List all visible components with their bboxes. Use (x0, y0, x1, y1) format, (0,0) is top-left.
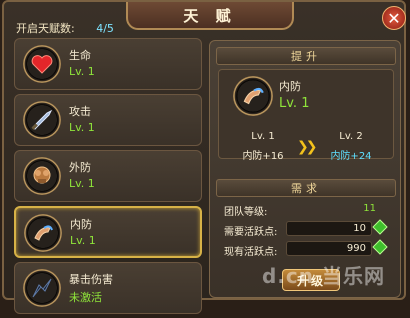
talent-item-crit-damage[interactable]: 暴击伤害 未激活 (14, 262, 202, 314)
site-watermark: d.cn 当乐网 (262, 264, 385, 288)
requirements-header: 需求 (216, 179, 396, 197)
green-gem-icon (372, 219, 388, 235)
arm-shield-icon (24, 214, 62, 252)
to-level: Lv. 2 (339, 131, 363, 142)
talent-item-attack[interactable]: 攻击 Lv. 1 (14, 94, 202, 146)
armor-icon (23, 157, 61, 195)
talent-name: 暴击伤害 (69, 273, 113, 286)
talent-item-life[interactable]: 生命 Lv. 1 (14, 38, 202, 90)
close-icon: ✕ (387, 8, 401, 28)
talent-window: 天 赋 ✕ 开启天赋数: 4/5 生命 Lv. 1 攻击 Lv. 1 外防 Lv… (2, 0, 406, 314)
close-button[interactable]: ✕ (382, 6, 406, 30)
talent-level: 未激活 (69, 291, 102, 304)
from-stat: 内防+16 (242, 151, 284, 162)
talent-name: 生命 (69, 49, 91, 62)
talent-name: 外防 (69, 161, 91, 174)
talent-item-outer-defense[interactable]: 外防 Lv. 1 (14, 150, 202, 202)
current-talent-name: 内防 (279, 80, 301, 93)
talent-list: 生命 Lv. 1 攻击 Lv. 1 外防 Lv. 1 内防 Lv. 1 暴击伤害… (14, 38, 202, 318)
green-gem-icon (372, 239, 388, 255)
heart-icon (23, 45, 61, 83)
team-level-label: 团队等级: (224, 207, 268, 218)
double-chevron-right-icon: ❯❯ (297, 139, 318, 155)
sword-icon (23, 101, 61, 139)
have-points-value: 990 (346, 243, 366, 254)
talent-level: Lv. 1 (69, 177, 95, 190)
talent-level: Lv. 1 (69, 65, 95, 78)
from-level: Lv. 1 (251, 131, 275, 142)
talent-count-value: 4/5 (96, 22, 114, 35)
talent-count: 开启天赋数: 4/5 (16, 20, 114, 36)
team-level-row: 团队等级: 11 (224, 201, 394, 219)
talent-level: Lv. 1 (70, 234, 96, 247)
talent-name: 内防 (70, 218, 92, 231)
to-level-block: Lv. 2 内防+24 (316, 131, 386, 162)
arm-shield-icon (233, 76, 273, 116)
current-talent-level: Lv. 1 (279, 96, 310, 111)
need-points-value: 10 (353, 223, 366, 234)
need-points-label: 需要活跃点: (224, 227, 278, 238)
crit-icon (23, 269, 61, 307)
have-points-label: 现有活跃点: (224, 247, 278, 258)
upgrade-header: 提升 (216, 47, 396, 65)
window-title: 天 赋 (126, 2, 294, 30)
to-stat: 内防+24 (330, 151, 372, 162)
talent-level: Lv. 1 (69, 121, 95, 134)
have-points-row: 现有活跃点: 990 (224, 239, 394, 259)
from-level-block: Lv. 1 内防+16 (228, 131, 298, 162)
talent-item-inner-defense[interactable]: 内防 Lv. 1 (14, 206, 202, 258)
talent-name: 攻击 (69, 105, 91, 118)
need-points-row: 需要活跃点: 10 (224, 219, 394, 239)
team-level-value: 11 (363, 203, 376, 214)
talent-count-label: 开启天赋数: (16, 22, 75, 35)
